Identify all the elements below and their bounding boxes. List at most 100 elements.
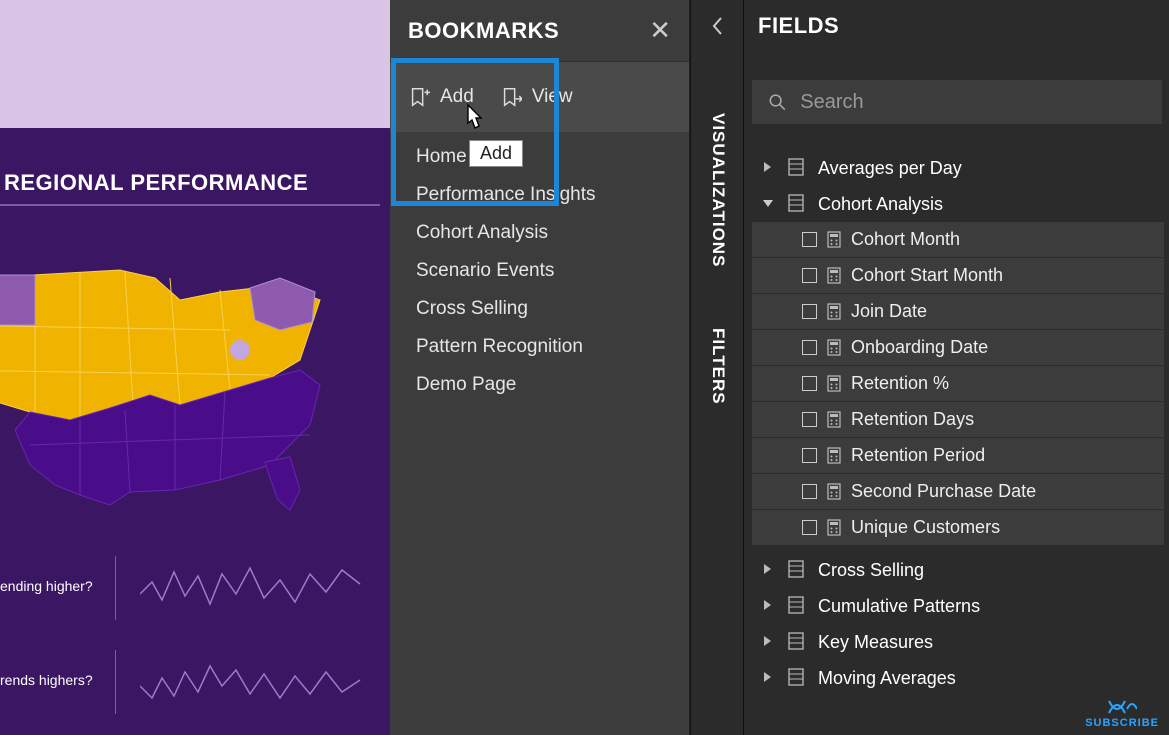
- field-item[interactable]: Retention Days: [752, 402, 1164, 438]
- field-checkbox[interactable]: [802, 232, 817, 247]
- close-icon[interactable]: ✕: [649, 15, 671, 46]
- field-item[interactable]: Unique Customers: [752, 510, 1164, 546]
- field-name: Retention Period: [851, 445, 985, 466]
- calculator-icon: [827, 303, 841, 320]
- table-name: Averages per Day: [818, 158, 962, 179]
- field-item[interactable]: Cohort Month: [752, 222, 1164, 258]
- field-checkbox[interactable]: [802, 376, 817, 391]
- subscribe-watermark: SUBSCRIBE: [1085, 695, 1159, 729]
- field-name: Unique Customers: [851, 517, 1000, 538]
- title-underline: [0, 204, 380, 206]
- table-icon: [788, 668, 806, 688]
- bookmark-item[interactable]: Performance Insights: [416, 176, 689, 214]
- sparkline-2[interactable]: [140, 648, 370, 718]
- field-checkbox[interactable]: [802, 484, 817, 499]
- view-bookmark-button[interactable]: View: [500, 86, 573, 108]
- add-bookmark-button[interactable]: Add: [408, 86, 474, 108]
- fields-title: FIELDS: [744, 0, 1169, 52]
- field-name: Retention Days: [851, 409, 974, 430]
- field-item[interactable]: Second Purchase Date: [752, 474, 1164, 510]
- field-checkbox[interactable]: [802, 520, 817, 535]
- field-checkbox[interactable]: [802, 304, 817, 319]
- bookmark-item[interactable]: Pattern Recognition: [416, 328, 689, 366]
- bookmark-item[interactable]: Home: [416, 138, 689, 176]
- sparkline-1[interactable]: [140, 554, 370, 624]
- bookmarks-list: Home Performance Insights Cohort Analysi…: [390, 132, 689, 404]
- add-bookmark-label: Add: [440, 86, 474, 108]
- table-name: Cross Selling: [818, 560, 924, 581]
- field-checkbox[interactable]: [802, 268, 817, 283]
- table-name: Moving Averages: [818, 668, 956, 689]
- field-table[interactable]: Cohort Analysis: [744, 186, 1169, 222]
- field-table[interactable]: Moving Averages: [744, 660, 1169, 696]
- field-checkbox[interactable]: [802, 412, 817, 427]
- sparkline-2-divider: [115, 650, 116, 714]
- bookmark-add-icon: [408, 86, 430, 108]
- field-table[interactable]: Cumulative Patterns: [744, 588, 1169, 624]
- tooltip: Add: [469, 140, 523, 167]
- page-title: REGIONAL PERFORMANCE: [0, 170, 380, 196]
- table-name: Cohort Analysis: [818, 194, 943, 215]
- table-icon: [788, 194, 806, 214]
- field-checkbox[interactable]: [802, 340, 817, 355]
- field-item[interactable]: Onboarding Date: [752, 330, 1164, 366]
- field-name: Retention %: [851, 373, 949, 394]
- calculator-icon: [827, 231, 841, 248]
- bookmarks-header: BOOKMARKS ✕: [390, 0, 689, 62]
- bookmark-item[interactable]: Scenario Events: [416, 252, 689, 290]
- calculator-icon: [827, 375, 841, 392]
- sparkline-1-label: ending higher?: [0, 578, 93, 594]
- fields-search[interactable]: [752, 80, 1162, 124]
- dna-icon: [1107, 695, 1137, 717]
- sparkline-row-1: ending higher?: [0, 548, 390, 638]
- subscribe-label: SUBSCRIBE: [1085, 717, 1159, 729]
- calculator-icon: [827, 447, 841, 464]
- report-canvas: REGIONAL PERFORMANCE: [0, 0, 390, 735]
- bookmark-view-icon: [500, 86, 522, 108]
- table-icon: [788, 158, 806, 178]
- field-table[interactable]: Cross Selling: [744, 552, 1169, 588]
- visualizations-toggle[interactable]: VISUALIZATIONS: [691, 90, 745, 290]
- sparkline-1-divider: [115, 556, 116, 620]
- view-bookmark-label: View: [532, 86, 573, 108]
- table-icon: [788, 596, 806, 616]
- filters-toggle[interactable]: FILTERS: [691, 306, 745, 426]
- us-map-visual[interactable]: [0, 230, 350, 520]
- table-name: Key Measures: [818, 632, 933, 653]
- table-name: Cumulative Patterns: [818, 596, 980, 617]
- field-name: Join Date: [851, 301, 927, 322]
- sparkline-2-label: rends highers?: [0, 672, 93, 688]
- calculator-icon: [827, 483, 841, 500]
- expand-caret-icon: [762, 671, 776, 686]
- search-input[interactable]: [800, 91, 1146, 114]
- bookmarks-toolbar: Add View: [390, 62, 689, 132]
- expand-caret-icon: [762, 161, 776, 176]
- bookmarks-pane: BOOKMARKS ✕ Add View Home Performance In…: [390, 0, 690, 735]
- side-collapsed-panes: VISUALIZATIONS FILTERS: [690, 0, 744, 735]
- expand-caret-icon: [762, 599, 776, 614]
- calculator-icon: [827, 267, 841, 284]
- bookmarks-title: BOOKMARKS: [408, 18, 559, 44]
- calculator-icon: [827, 519, 841, 536]
- field-item[interactable]: Cohort Start Month: [752, 258, 1164, 294]
- field-table[interactable]: Key Measures: [744, 624, 1169, 660]
- fields-pane: FIELDS Averages per Day Cohort Analysis Co…: [744, 0, 1169, 735]
- expand-caret-icon: [762, 635, 776, 650]
- field-item[interactable]: Join Date: [752, 294, 1164, 330]
- bookmark-item[interactable]: Demo Page: [416, 366, 689, 404]
- search-icon: [768, 92, 786, 112]
- bookmark-item[interactable]: Cross Selling: [416, 290, 689, 328]
- field-item[interactable]: Retention Period: [752, 438, 1164, 474]
- field-table[interactable]: Averages per Day: [744, 150, 1169, 186]
- table-icon: [788, 560, 806, 580]
- calculator-icon: [827, 339, 841, 356]
- field-item[interactable]: Retention %: [752, 366, 1164, 402]
- sparkline-row-2: rends highers?: [0, 642, 390, 732]
- expand-caret-icon: [762, 563, 776, 578]
- expand-pane-button[interactable]: [691, 0, 745, 52]
- calculator-icon: [827, 411, 841, 428]
- bookmark-item[interactable]: Cohort Analysis: [416, 214, 689, 252]
- field-name: Cohort Start Month: [851, 265, 1003, 286]
- expand-caret-icon: [762, 197, 776, 212]
- field-checkbox[interactable]: [802, 448, 817, 463]
